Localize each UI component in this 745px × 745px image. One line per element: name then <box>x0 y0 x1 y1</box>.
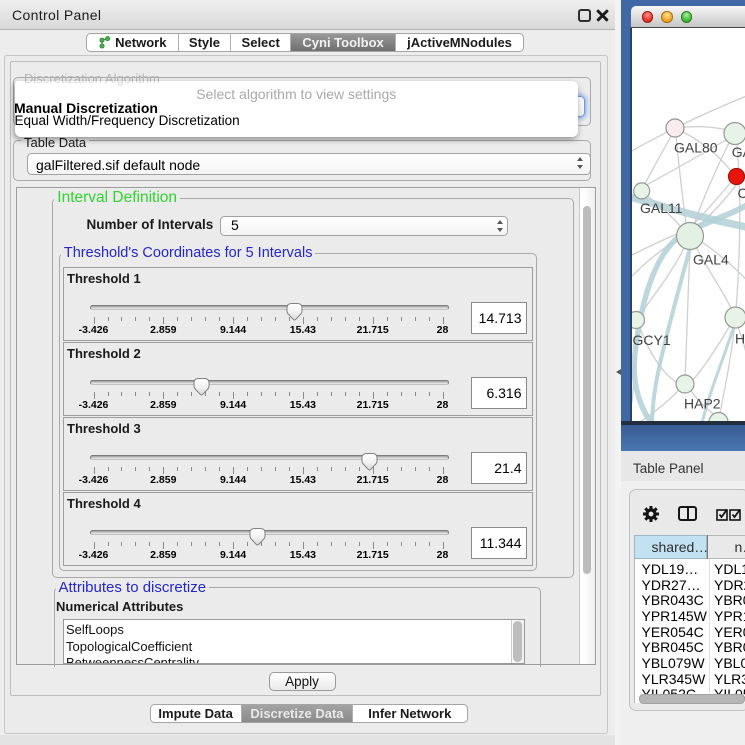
svg-text:GCY1: GCY1 <box>633 332 671 348</box>
svg-text:GAL4: GAL4 <box>693 251 729 267</box>
svg-text:H: H <box>735 330 745 346</box>
svg-text:GAL80: GAL80 <box>674 139 718 155</box>
svg-text:GA: GA <box>732 143 745 159</box>
svg-text:C: C <box>738 185 745 201</box>
svg-text:HAP2: HAP2 <box>684 395 721 411</box>
svg-text:GAL11: GAL11 <box>640 200 683 216</box>
